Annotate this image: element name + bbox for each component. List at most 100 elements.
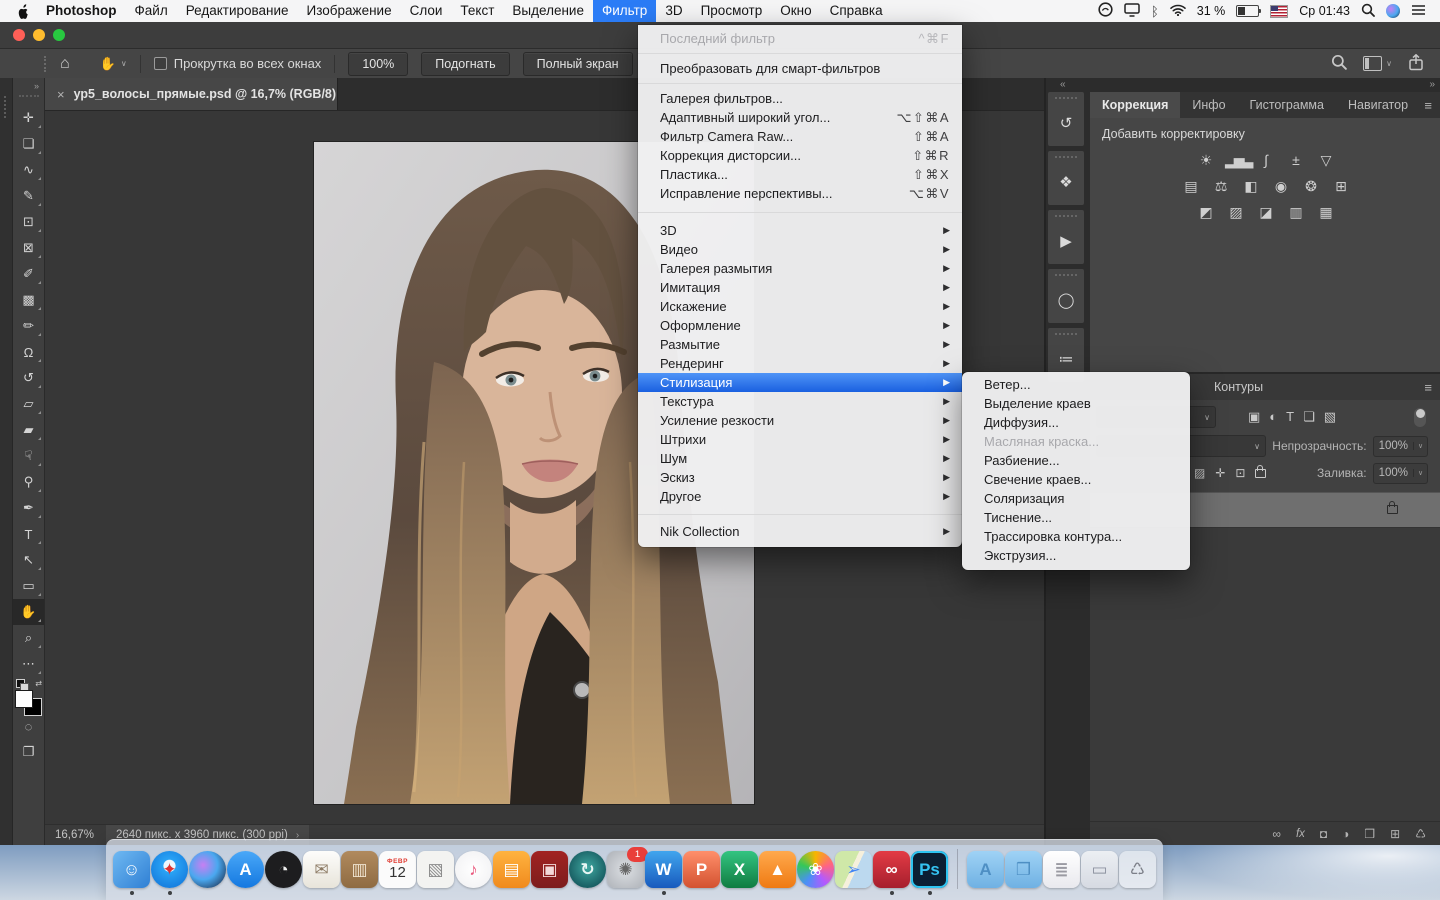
rail-grip[interactable]: [4, 96, 8, 118]
filter-menu-item[interactable]: Преобразовать для смарт-фильтров ▶: [638, 59, 962, 78]
display-menu-icon[interactable]: [1124, 2, 1140, 20]
filter-menu-item[interactable]: Адаптивный широкий угол... ⌥⇧⌘A ▶: [638, 108, 962, 127]
foreground-color-swatch[interactable]: [15, 690, 33, 708]
filter-shape-layers-icon[interactable]: ❏: [1303, 409, 1315, 425]
menu-edit[interactable]: Редактирование: [177, 0, 298, 22]
panel-menu-icon[interactable]: ≡: [1424, 98, 1432, 113]
spotlight-search-icon[interactable]: [1361, 3, 1375, 20]
toolbar-expand-icon[interactable]: »: [34, 78, 44, 91]
filter-type-layers-icon[interactable]: T: [1286, 409, 1294, 425]
crop-tool[interactable]: ⊡: [13, 209, 44, 235]
close-button[interactable]: [13, 29, 25, 41]
shape-tool[interactable]: ▭: [13, 573, 44, 599]
dock-ibooks[interactable]: ▤: [493, 851, 530, 888]
full-screen-button[interactable]: Полный экран: [522, 51, 633, 76]
pen-tool[interactable]: ✒: [13, 495, 44, 521]
tab-paths[interactable]: Контуры: [1200, 374, 1277, 400]
dock-vlc[interactable]: ▲: [759, 851, 796, 888]
dock-preview[interactable]: ▧: [417, 851, 454, 888]
submenu-item[interactable]: Трассировка контура...: [962, 527, 1190, 546]
home-icon[interactable]: ⌂: [60, 55, 70, 73]
submenu-item[interactable]: Масляная краска...: [962, 432, 1190, 451]
history-brush-tool[interactable]: ↺: [13, 365, 44, 391]
filter-menu-item[interactable]: Галерея фильтров... ▶: [638, 89, 962, 108]
dock-mail[interactable]: ✉: [303, 851, 340, 888]
tab-info[interactable]: Инфо: [1180, 92, 1237, 118]
dock-excel[interactable]: X: [721, 851, 758, 888]
collapse-panels-icon[interactable]: «: [1060, 79, 1065, 90]
dodge-tool[interactable]: ⚲: [13, 469, 44, 495]
type-tool[interactable]: T: [13, 521, 44, 547]
eraser-tool[interactable]: ▱: [13, 391, 44, 417]
fit-screen-button[interactable]: Подогнать: [421, 51, 510, 76]
layer-group-icon[interactable]: ❒: [1364, 827, 1375, 841]
marquee-tool[interactable]: ❏: [13, 131, 44, 157]
color-lookup-icon[interactable]: ⊞: [1330, 178, 1350, 195]
filter-menu-item[interactable]: ▶: [638, 48, 962, 59]
filter-smart-objects-icon[interactable]: ▧: [1324, 409, 1336, 425]
dock-contacts[interactable]: ▥: [341, 851, 378, 888]
menu-filter[interactable]: Фильтр: [592, 0, 657, 22]
submenu-item[interactable]: Диффузия...: [962, 413, 1190, 432]
submenu-item[interactable]: Соляризация: [962, 489, 1190, 508]
filter-menu-item[interactable]: Оформление ▶: [638, 316, 962, 335]
hue-saturation-icon[interactable]: ▤: [1180, 178, 1200, 195]
lock-position-icon[interactable]: ✛: [1215, 466, 1225, 480]
fill-field[interactable]: 100% ∨: [1372, 462, 1428, 484]
menu-select[interactable]: Выделение: [503, 0, 593, 22]
default-colors-icon[interactable]: [16, 679, 29, 692]
minimize-button[interactable]: [33, 29, 45, 41]
brightness-contrast-icon[interactable]: ☀: [1195, 152, 1215, 169]
filter-menu-item[interactable]: Другое ▶: [638, 487, 962, 506]
dock-finder[interactable]: ☺: [113, 851, 150, 895]
slice-tool[interactable]: ⊠: [13, 235, 44, 261]
layer-mask-icon[interactable]: ◘: [1320, 827, 1327, 841]
filter-menu-item[interactable]: ▶: [638, 203, 962, 221]
menu-view[interactable]: Просмотр: [692, 0, 772, 22]
share-icon[interactable]: [1408, 53, 1424, 74]
filter-menu-item[interactable]: ▶: [638, 78, 962, 89]
eyedropper-tool[interactable]: ✐: [13, 261, 44, 287]
filter-menu-item[interactable]: Эскиз ▶: [638, 468, 962, 487]
dock-safari[interactable]: ✦: [151, 851, 188, 895]
submenu-item[interactable]: Тиснение...: [962, 508, 1190, 527]
swap-colors-icon[interactable]: ⇄: [35, 679, 42, 688]
workspace-switcher[interactable]: ∨: [1363, 56, 1392, 71]
screen-mode-button[interactable]: ❐: [13, 739, 44, 765]
expand-panels-icon[interactable]: »: [1429, 79, 1434, 90]
actions-panel-button[interactable]: ▶: [1048, 210, 1084, 264]
dock-screenshot-window[interactable]: ▭: [1081, 851, 1118, 888]
filter-menu-item[interactable]: Имитация ▶: [638, 278, 962, 297]
invert-icon[interactable]: ◩: [1195, 204, 1215, 221]
submenu-item[interactable]: Свечение краев...: [962, 470, 1190, 489]
toolbar-grip[interactable]: [18, 95, 39, 97]
black-white-icon[interactable]: ◧: [1240, 178, 1260, 195]
submenu-item[interactable]: Выделение краев: [962, 394, 1190, 413]
quick-mask-button[interactable]: ◌: [13, 713, 44, 739]
close-tab-icon[interactable]: ×: [57, 87, 65, 102]
filter-menu-item[interactable]: Рендеринг ▶: [638, 354, 962, 373]
filter-menu-item[interactable]: Галерея размытия ▶: [638, 259, 962, 278]
zoom-100-button[interactable]: 100%: [348, 51, 409, 76]
photo-filter-icon[interactable]: ◉: [1270, 178, 1290, 195]
panel-menu-icon[interactable]: ≡: [1424, 380, 1432, 395]
gradient-tool[interactable]: ▰: [13, 417, 44, 443]
dock-photoshop[interactable]: Ps: [911, 851, 948, 895]
siri-icon[interactable]: [1386, 4, 1400, 18]
dock-trash[interactable]: ♺: [1119, 851, 1156, 888]
link-layers-icon[interactable]: ∞: [1272, 827, 1281, 841]
history-panel-button[interactable]: ↺: [1048, 92, 1084, 146]
filter-adjustment-layers-icon[interactable]: ◐: [1269, 409, 1277, 425]
creative-cloud-menu-icon[interactable]: [1098, 2, 1113, 20]
filter-menu-item[interactable]: Размытие ▶: [638, 335, 962, 354]
filter-menu-item[interactable]: Последний фильтр ^⌘F ▶: [638, 29, 962, 48]
menu-photoshop[interactable]: Photoshop: [37, 0, 126, 22]
document-tab[interactable]: × ур5_волосы_прямые.psd @ 16,7% (RGB/8): [45, 78, 338, 110]
brush-tool[interactable]: ✏: [13, 313, 44, 339]
apple-menu[interactable]: [0, 0, 37, 22]
dock-photos[interactable]: ❀: [797, 851, 834, 888]
smudge-tool[interactable]: ☟: [13, 443, 44, 469]
menubar-clock[interactable]: Ср 01:43: [1299, 4, 1350, 18]
maximize-button[interactable]: [53, 29, 65, 41]
filter-menu-item[interactable]: Штрихи ▶: [638, 430, 962, 449]
